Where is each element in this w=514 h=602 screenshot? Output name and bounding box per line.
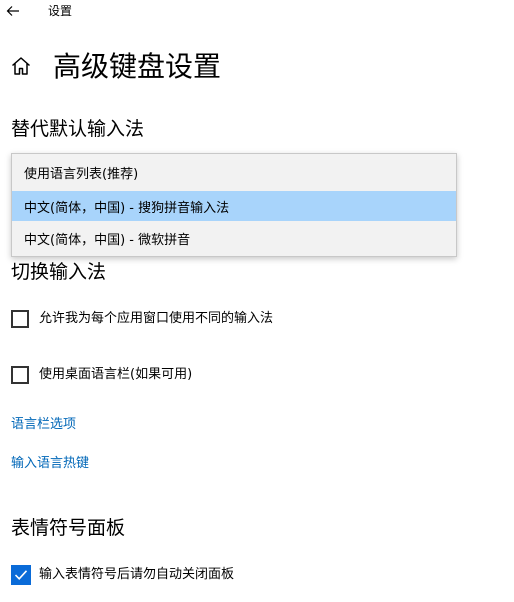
language-bar-options-link[interactable]: 语言栏选项	[11, 415, 76, 435]
per-app-input-checkbox[interactable]	[11, 310, 29, 328]
override-input-section-title: 替代默认输入法	[11, 118, 145, 140]
input-method-dropdown[interactable]: 使用语言列表(推荐) 中文(简体，中国) - 搜狗拼音输入法 中文(简体，中国)…	[11, 153, 457, 257]
window-title: 设置	[48, 4, 73, 18]
emoji-autoclose-label: 输入表情符号后请勿自动关闭面板	[39, 567, 235, 582]
back-button[interactable]	[0, 0, 26, 22]
emoji-autoclose-checkbox-row[interactable]: 输入表情符号后请勿自动关闭面板	[11, 565, 234, 585]
home-icon	[12, 57, 30, 75]
per-app-input-label: 允许我为每个应用窗口使用不同的输入法	[39, 311, 274, 326]
dropdown-option-language-list[interactable]: 使用语言列表(推荐)	[12, 157, 456, 187]
emoji-panel-section-title: 表情符号面板	[11, 517, 126, 539]
switch-input-section-title: 切换输入法	[11, 261, 107, 283]
emoji-autoclose-checkbox[interactable]	[11, 565, 31, 585]
input-language-hotkeys-link[interactable]: 输入语言热键	[11, 454, 89, 474]
dropdown-option-sogou-pinyin[interactable]: 中文(简体，中国) - 搜狗拼音输入法	[12, 191, 456, 221]
language-bar-checkbox[interactable]	[11, 366, 29, 384]
dropdown-option-microsoft-pinyin[interactable]: 中文(简体，中国) - 微软拼音	[12, 223, 456, 253]
per-app-input-checkbox-row[interactable]: 允许我为每个应用窗口使用不同的输入法	[11, 309, 273, 329]
page-title: 高级键盘设置	[53, 50, 222, 83]
checkmark-icon	[14, 570, 28, 580]
back-arrow-icon	[6, 6, 19, 16]
language-bar-label: 使用桌面语言栏(如果可用)	[39, 367, 193, 382]
language-bar-checkbox-row[interactable]: 使用桌面语言栏(如果可用)	[11, 365, 192, 385]
